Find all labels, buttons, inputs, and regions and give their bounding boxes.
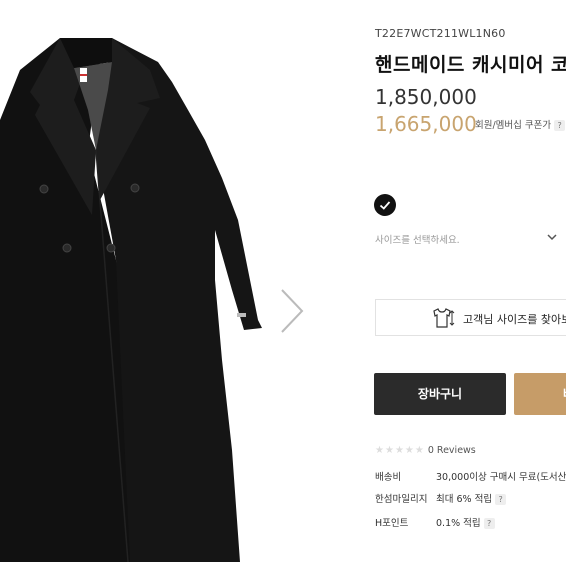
product-image — [0, 38, 262, 563]
review-summary[interactable]: ★★★★★ 0 Reviews — [375, 438, 476, 456]
chevron-right-icon[interactable] — [276, 286, 308, 336]
star-icon: ★ — [414, 445, 424, 456]
help-icon[interactable]: ? — [495, 494, 507, 505]
product-image-gallery — [0, 0, 318, 566]
buy-now-button[interactable]: 바 — [514, 373, 566, 415]
size-select[interactable]: 사이즈를 선택하세요. — [375, 223, 557, 253]
info-value: 0.1% 적립? — [436, 515, 495, 529]
info-label: H포인트 — [375, 518, 409, 529]
star-icon: ★ — [375, 445, 384, 456]
info-label: 배송비 — [375, 472, 402, 483]
add-to-cart-button[interactable]: 장바구니 — [374, 373, 506, 415]
size-finder-button[interactable]: 고객님 사이즈를 찾아보 — [375, 299, 566, 336]
star-icon: ★ — [384, 445, 394, 456]
check-icon — [379, 201, 391, 210]
help-icon[interactable]: ? — [554, 120, 566, 131]
size-select-placeholder: 사이즈를 선택하세요. — [375, 235, 460, 246]
product-title: 핸드메이드 캐시미어 코 — [375, 54, 566, 76]
star-icon: ★ — [404, 445, 414, 456]
info-label: 한섬마일리지 — [375, 494, 428, 505]
review-count: 0 Reviews — [427, 445, 476, 456]
tshirt-icon — [433, 308, 455, 328]
member-coupon-label: 회원/멤버십 쿠폰가? — [475, 117, 566, 131]
member-coupon-text: 회원/멤버십 쿠폰가 — [475, 120, 552, 131]
help-icon[interactable]: ? — [483, 518, 495, 529]
color-swatch-black[interactable] — [374, 194, 396, 216]
info-value-text: 최대 6% 적립 — [436, 494, 493, 505]
info-value: 30,000이상 구매시 무료(도서산간추 — [436, 472, 566, 483]
product-sku: T22E7WCT211WL1N60 — [375, 27, 506, 40]
chevron-down-icon — [547, 234, 557, 241]
product-detail-panel: T22E7WCT211WL1N60 핸드메이드 캐시미어 코 1,850,000… — [318, 0, 566, 566]
info-value-text: 0.1% 적립 — [436, 518, 481, 529]
star-icon: ★ — [394, 445, 404, 456]
sale-price: 1,665,000 — [375, 112, 477, 136]
info-value: 최대 6% 적립? — [436, 491, 507, 505]
original-price: 1,850,000 — [375, 85, 477, 109]
size-finder-label: 고객님 사이즈를 찾아보 — [463, 313, 566, 326]
